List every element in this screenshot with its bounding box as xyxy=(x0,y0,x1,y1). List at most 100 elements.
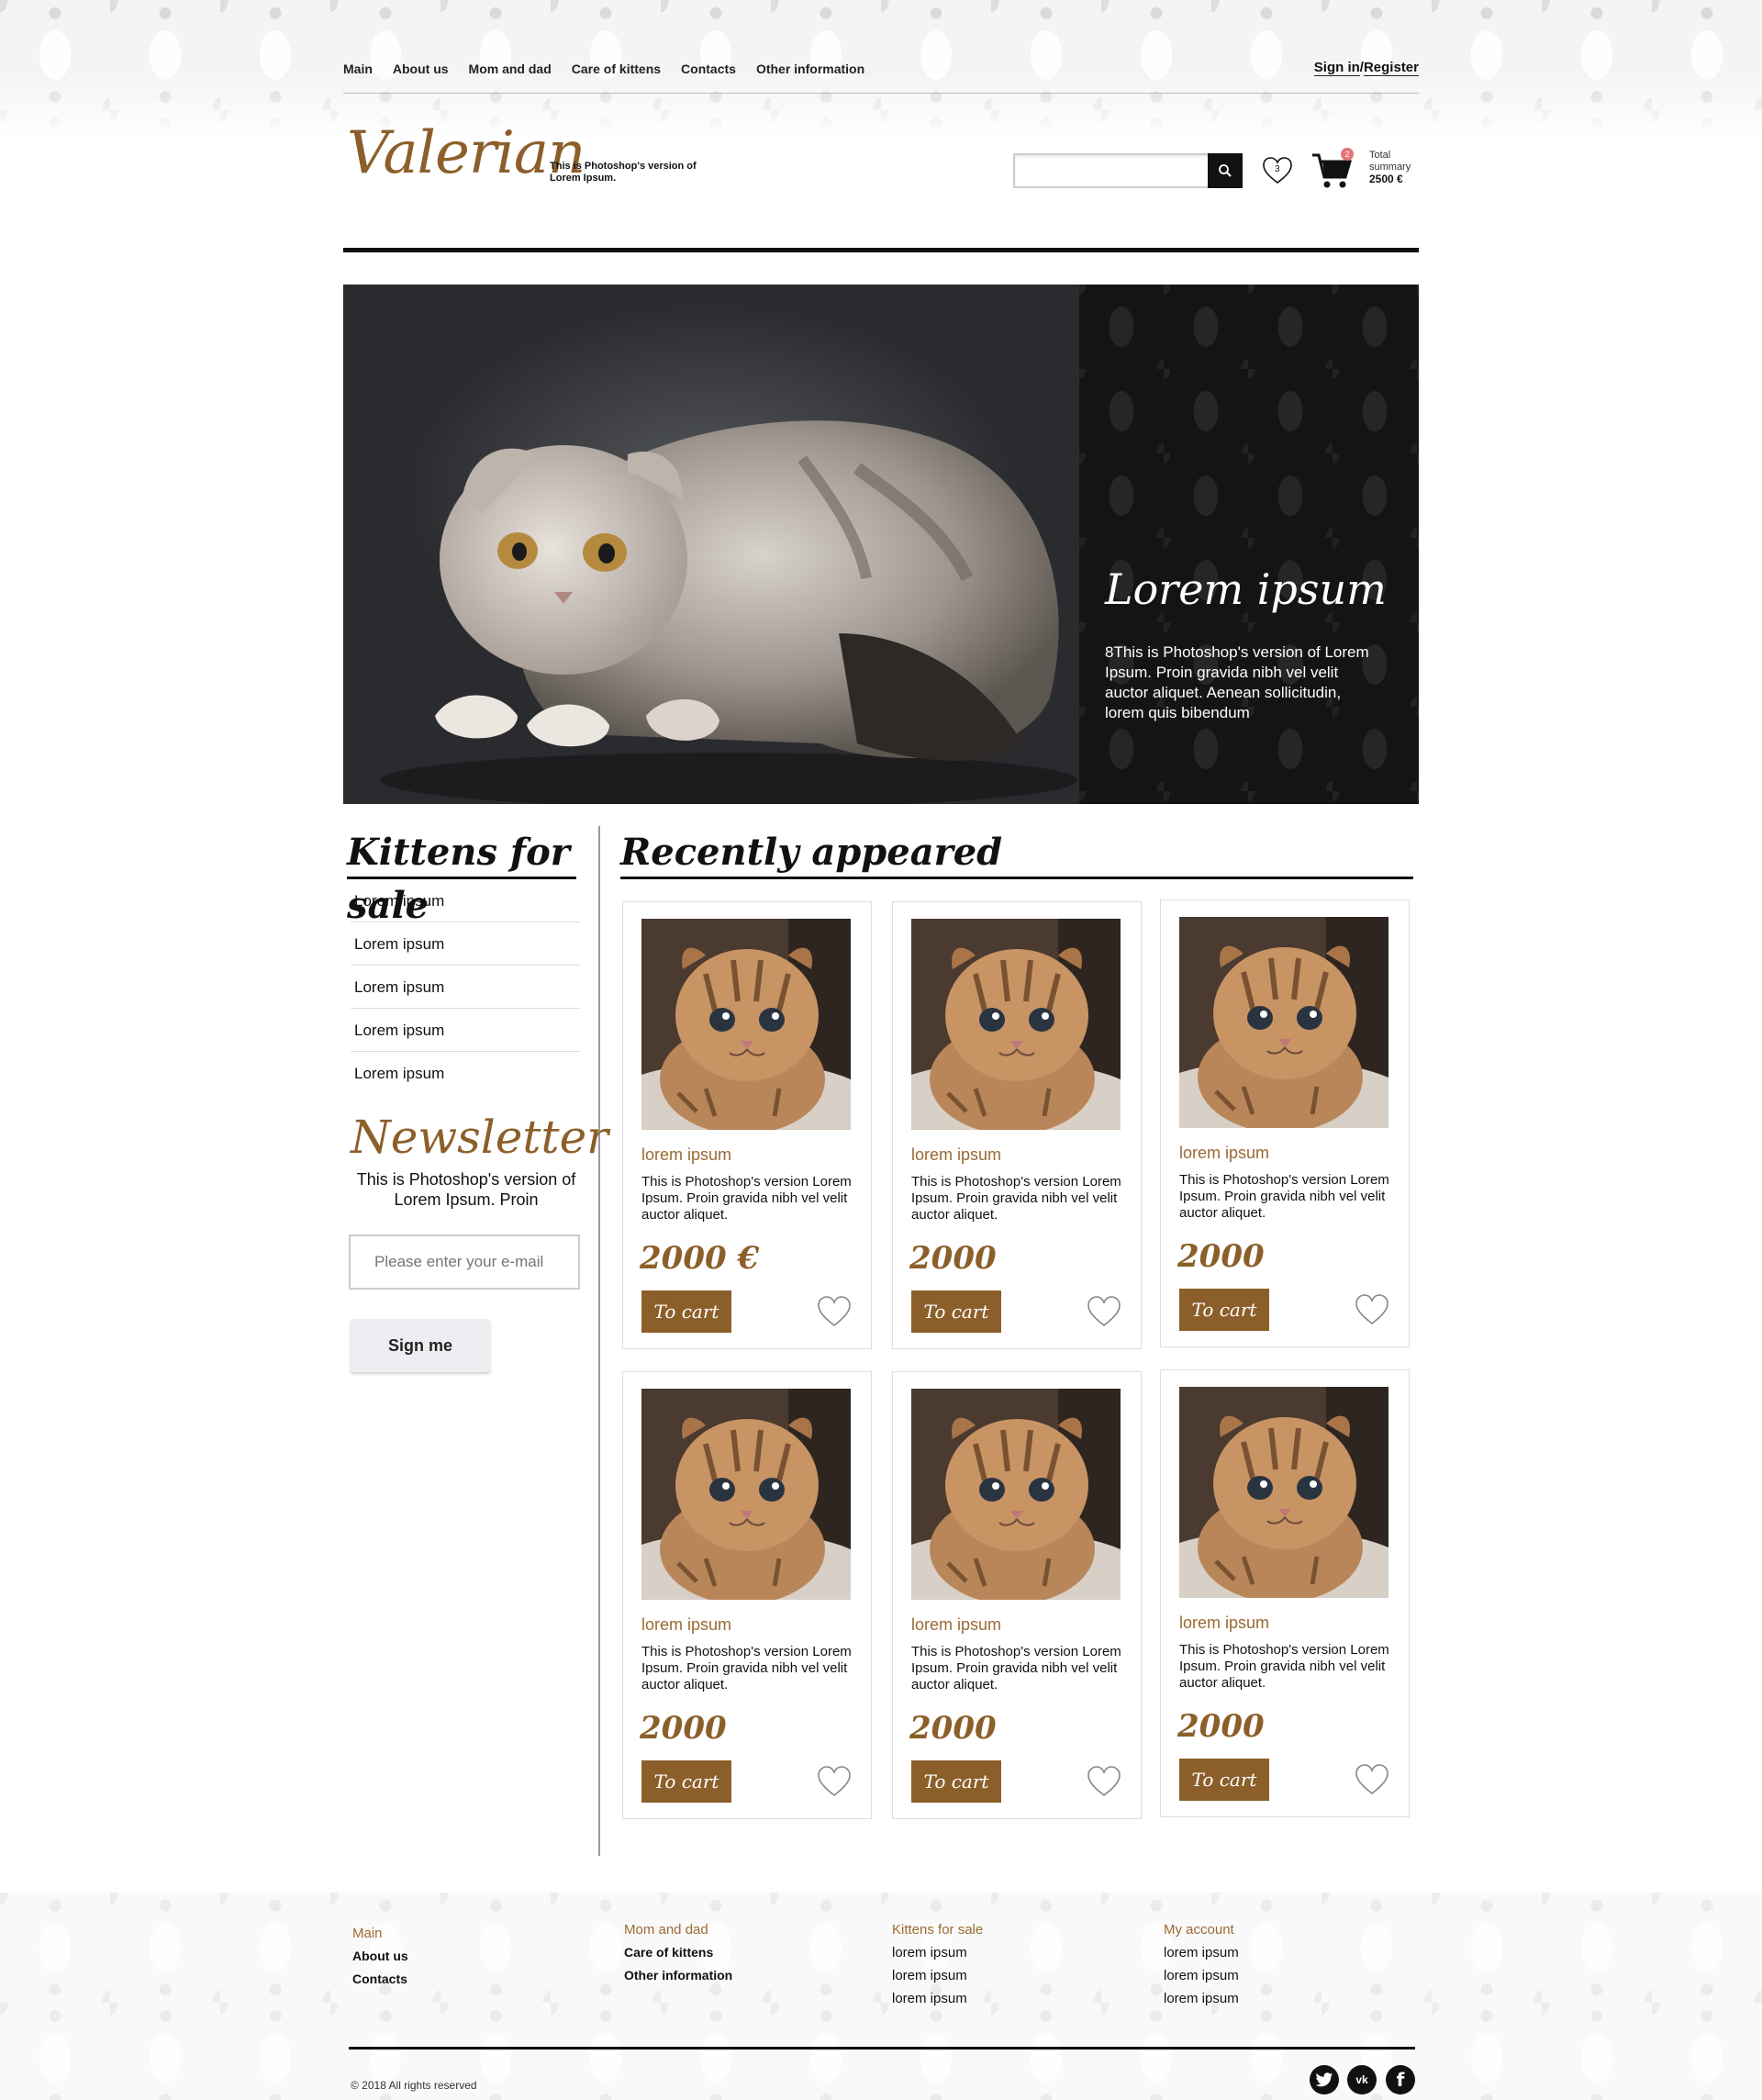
product-price: 2000 xyxy=(909,1710,997,1747)
product-name[interactable]: lorem ipsum xyxy=(911,1615,1001,1635)
sidebar-item[interactable]: Lorem ipsum xyxy=(351,879,580,922)
product-photo[interactable] xyxy=(911,919,1121,1130)
footer-link[interactable]: lorem ipsum xyxy=(1164,1941,1384,1964)
register-link[interactable]: Register xyxy=(1363,60,1419,76)
footer-link[interactable]: Other information xyxy=(624,1964,844,1987)
sidebar-item[interactable]: Lorem ipsum xyxy=(351,1052,580,1095)
product-name[interactable]: lorem ipsum xyxy=(911,1145,1001,1165)
add-to-wishlist-button[interactable] xyxy=(816,1764,853,1799)
search-icon xyxy=(1219,164,1232,177)
product-photo[interactable] xyxy=(641,919,851,1130)
product-card[interactable]: lorem ipsum This is Photoshop's version L… xyxy=(1160,899,1410,1347)
product-card[interactable]: lorem ipsum This is Photoshop's version L… xyxy=(622,901,872,1349)
footer-divider xyxy=(349,2047,1415,2050)
wishlist-button[interactable]: 3 xyxy=(1261,154,1294,187)
footer-link[interactable]: Care of kittens xyxy=(624,1941,844,1964)
product-card[interactable]: lorem ipsum This is Photoshop's version L… xyxy=(892,901,1142,1349)
auth-links: Sign in/Register xyxy=(1313,55,1419,81)
footer-link[interactable]: lorem ipsum xyxy=(892,1941,1112,1964)
sidebar-item[interactable]: Lorem ipsum xyxy=(351,966,580,1009)
top-nav: Main About us Mom and dad Care of kitten… xyxy=(343,55,1419,94)
search-input[interactable] xyxy=(1015,155,1211,186)
cart-count-badge: 2 xyxy=(1341,148,1354,161)
search-button[interactable] xyxy=(1208,153,1243,188)
site-header: Valerian This is Photoshop's version of … xyxy=(343,119,1419,252)
cart-total: Total summary 2500 € xyxy=(1369,150,1411,186)
twitter-icon[interactable] xyxy=(1310,2065,1339,2094)
to-cart-button[interactable]: To cart xyxy=(1179,1289,1269,1331)
site-tagline: This is Photoshop's version of Lorem Ips… xyxy=(550,161,697,184)
product-name[interactable]: lorem ipsum xyxy=(1179,1614,1269,1633)
hero-banner: Lorem ipsum 8This is Photoshop's version… xyxy=(343,285,1419,804)
footer-heading-account[interactable]: My account xyxy=(1164,1918,1384,1941)
footer-pattern xyxy=(0,1893,1762,2100)
product-price: 2000 xyxy=(909,1240,997,1277)
to-cart-button[interactable]: To cart xyxy=(641,1760,731,1803)
add-to-wishlist-button[interactable] xyxy=(1354,1762,1390,1797)
footer-link[interactable]: Contacts xyxy=(352,1968,573,1991)
add-to-wishlist-button[interactable] xyxy=(816,1294,853,1329)
product-card[interactable]: lorem ipsum This is Photoshop's version L… xyxy=(622,1371,872,1819)
nav-item-mom-dad[interactable]: Mom and dad xyxy=(469,55,552,83)
add-to-wishlist-button[interactable] xyxy=(1354,1292,1390,1327)
recently-appeared-title: Recently appeared xyxy=(620,826,1413,879)
product-name[interactable]: lorem ipsum xyxy=(1179,1144,1269,1163)
footer-heading-kittens[interactable]: Kittens for sale xyxy=(892,1918,1112,1941)
facebook-icon[interactable]: f xyxy=(1386,2065,1415,2094)
to-cart-button[interactable]: To cart xyxy=(911,1760,1001,1803)
footer-link-mom-dad[interactable]: Mom and dad xyxy=(624,1918,844,1941)
total-value: 2500 € xyxy=(1369,173,1403,185)
scottish-fold-cat-image xyxy=(380,420,1077,804)
signin-link[interactable]: Sign in xyxy=(1313,60,1360,76)
product-description: This is Photoshop's version Lorem Ipsum.… xyxy=(911,1644,1121,1692)
product-photo[interactable] xyxy=(911,1389,1121,1600)
product-description: This is Photoshop's version Lorem Ipsum.… xyxy=(641,1644,852,1692)
to-cart-button[interactable]: To cart xyxy=(911,1290,1001,1333)
product-description: This is Photoshop's version Lorem Ipsum.… xyxy=(1179,1172,1389,1221)
nav-item-about[interactable]: About us xyxy=(393,55,449,83)
nav-item-main[interactable]: Main xyxy=(343,55,373,83)
add-to-wishlist-button[interactable] xyxy=(1086,1294,1122,1329)
hero-description: 8This is Photoshop's version of Lorem Ip… xyxy=(1105,643,1369,721)
product-name[interactable]: lorem ipsum xyxy=(641,1145,731,1165)
add-to-wishlist-button[interactable] xyxy=(1086,1764,1122,1799)
nav-item-care[interactable]: Care of kittens xyxy=(572,55,661,83)
product-card[interactable]: lorem ipsum This is Photoshop's version L… xyxy=(892,1371,1142,1819)
newsletter-text: This is Photoshop's version of Lorem Ips… xyxy=(356,1170,576,1209)
footer-link[interactable]: lorem ipsum xyxy=(1164,1964,1384,1987)
to-cart-button[interactable]: To cart xyxy=(641,1290,731,1333)
email-field[interactable] xyxy=(351,1236,578,1288)
footer-link-main[interactable]: Main xyxy=(352,1922,573,1945)
sidebar-item[interactable]: Lorem ipsum xyxy=(351,922,580,966)
heart-icon xyxy=(1355,1294,1388,1325)
sidebar-item[interactable]: Lorem ipsum xyxy=(351,1009,580,1052)
vk-icon[interactable]: vk xyxy=(1347,2065,1377,2094)
kittens-list: Lorem ipsum Lorem ipsum Lorem ipsum Lore… xyxy=(351,879,580,1095)
nav-item-other[interactable]: Other information xyxy=(756,55,864,83)
kitten-photo xyxy=(641,919,851,1130)
footer-link[interactable]: lorem ipsum xyxy=(892,1987,1112,2010)
product-price: 2000 xyxy=(640,1710,727,1747)
to-cart-button[interactable]: To cart xyxy=(1179,1759,1269,1801)
kitten-photo xyxy=(911,1389,1121,1600)
heart-icon xyxy=(1087,1766,1121,1797)
kitten-photo xyxy=(911,919,1121,1130)
copyright: © 2018 All rights reserved xyxy=(351,2079,477,2092)
footer-link[interactable]: About us xyxy=(352,1945,573,1968)
product-photo[interactable] xyxy=(1179,1387,1388,1598)
heart-icon xyxy=(818,1766,851,1797)
sign-me-button[interactable]: Sign me xyxy=(351,1319,490,1372)
product-name[interactable]: lorem ipsum xyxy=(641,1615,731,1635)
footer-link[interactable]: lorem ipsum xyxy=(892,1964,1112,1987)
nav-item-contacts[interactable]: Contacts xyxy=(681,55,736,83)
product-card[interactable]: lorem ipsum This is Photoshop's version L… xyxy=(1160,1369,1410,1817)
kitten-photo xyxy=(641,1389,851,1600)
heart-icon xyxy=(1355,1764,1388,1795)
product-description: This is Photoshop's version Lorem Ipsum.… xyxy=(911,1174,1121,1223)
footer-col-family: Mom and dad Care of kittens Other inform… xyxy=(624,1918,844,1987)
footer-col-kittens: Kittens for sale lorem ipsum lorem ipsum… xyxy=(892,1918,1112,2010)
product-photo[interactable] xyxy=(641,1389,851,1600)
footer-link[interactable]: lorem ipsum xyxy=(1164,1987,1384,2010)
product-photo[interactable] xyxy=(1179,917,1388,1128)
wishlist-count: 3 xyxy=(1275,164,1280,174)
